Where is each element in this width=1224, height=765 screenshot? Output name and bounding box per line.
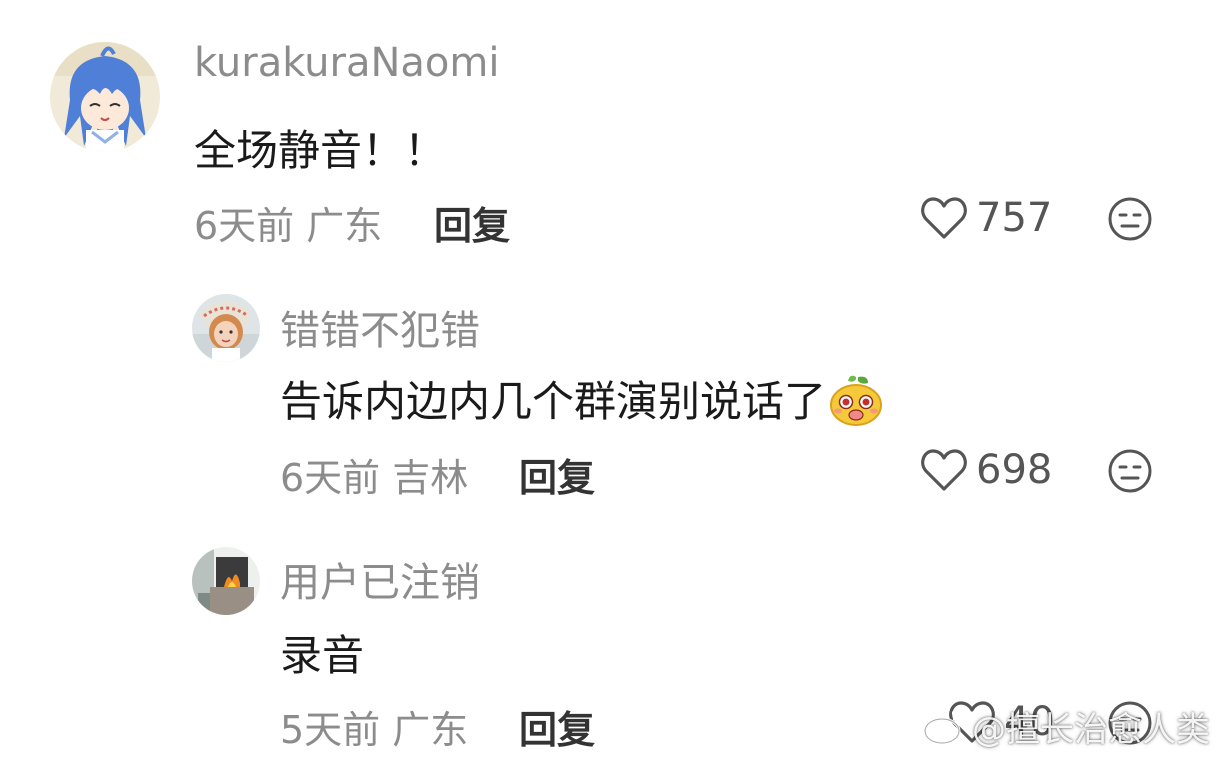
username[interactable]: 错错不犯错 — [280, 298, 480, 356]
comment-time: 6天前 — [280, 456, 381, 500]
like-count: 757 — [976, 195, 1053, 241]
comment-time: 6天前 — [194, 204, 295, 248]
meh-face-icon — [1108, 449, 1152, 493]
comment-time-location: 6天前 广东 — [194, 195, 382, 250]
comment-text-body: 告诉内边内几个群演别说话了 — [280, 377, 827, 426]
comment-time-location: 6天前 吉林 — [280, 447, 468, 502]
reply-button[interactable]: 回复 — [519, 447, 595, 502]
comment-list: kurakuraNaomi 全场静音！！ 6天前 广东 回复 757 错错不犯错… — [0, 0, 1224, 765]
avatar[interactable] — [50, 42, 160, 152]
reply-button[interactable]: 回复 — [519, 699, 595, 754]
reply-button[interactable]: 回复 — [434, 195, 510, 250]
heart-icon — [921, 197, 967, 239]
comment-time-location: 5天前 广东 — [280, 699, 468, 754]
username[interactable]: 用户已注销 — [280, 550, 480, 608]
comment-text: 全场静音！！ — [194, 126, 447, 175]
meh-face-icon — [1108, 197, 1152, 241]
comment-time: 5天前 — [280, 708, 381, 752]
comment-location: 吉林 — [392, 456, 469, 500]
fireplace-photo-avatar-icon — [192, 547, 260, 615]
username[interactable]: kurakuraNaomi — [194, 40, 499, 86]
comment-location: 广东 — [306, 204, 383, 248]
weibo-logo-icon — [923, 711, 966, 744]
child-photo-avatar-icon — [192, 294, 260, 362]
dislike-button[interactable] — [1107, 448, 1153, 498]
yellow-mascot-emoji-icon — [828, 373, 884, 437]
heart-icon — [921, 449, 967, 491]
watermark-text: @擅长治愈人类 — [972, 710, 1210, 750]
like-count: 698 — [976, 447, 1053, 493]
dislike-button[interactable] — [1107, 196, 1153, 246]
avatar[interactable] — [192, 547, 260, 615]
comment-text: 告诉内边内几个群演别说话了 — [280, 368, 884, 437]
watermark: @擅长治愈人类 — [922, 702, 1210, 751]
anime-character-avatar-icon — [50, 42, 160, 152]
comment-text: 录音 — [280, 631, 365, 680]
comment-location: 广东 — [392, 708, 469, 752]
like-button[interactable]: 757 — [920, 194, 1052, 242]
like-button[interactable]: 698 — [920, 446, 1052, 494]
avatar[interactable] — [192, 294, 260, 362]
